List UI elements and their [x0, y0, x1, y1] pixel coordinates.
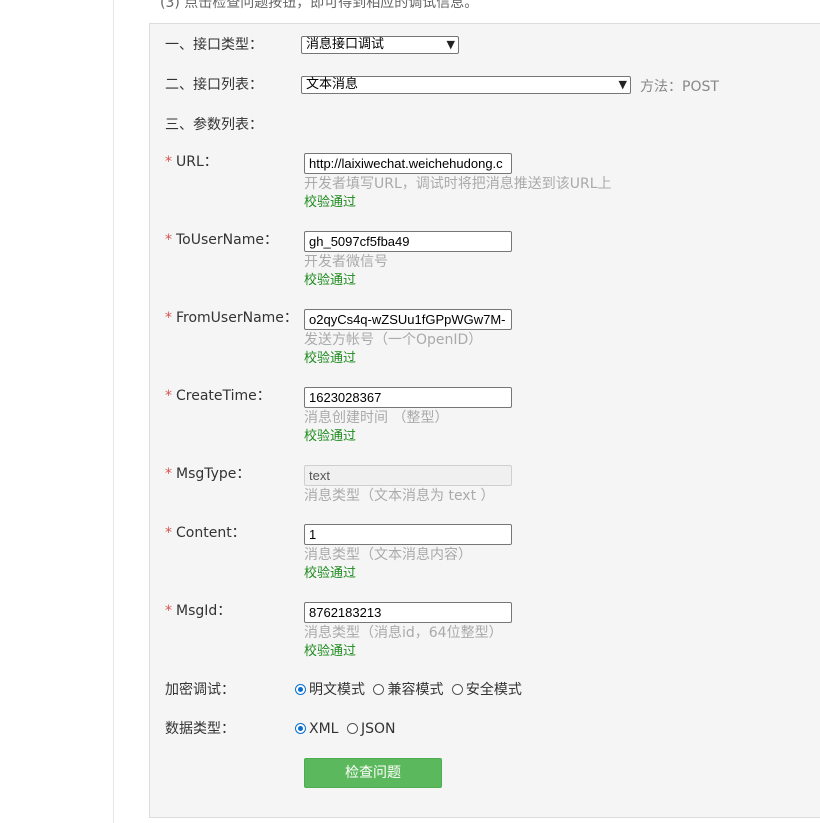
required-mark: *: [165, 466, 172, 482]
radio-label: JSON: [360, 721, 396, 737]
url-label: * URL：: [165, 152, 218, 172]
content-status: 校验通过: [304, 566, 357, 581]
field-label-text: FromUserName：: [176, 310, 298, 326]
param-list-label: 三、参数列表：: [165, 117, 263, 133]
create-time-input[interactable]: 1623028367: [304, 387, 512, 408]
create-time-hint: 消息创建时间 （整型）: [304, 410, 449, 426]
from-user-name-input[interactable]: o2qyCs4q-wZSUu1fGPpWGw7M-: [304, 309, 512, 330]
interface-type-label: 一、接口类型：: [165, 37, 263, 53]
interface-type-value: 消息接口调试: [306, 37, 385, 52]
url-input[interactable]: http://laixiwechat.weichehudong.c: [304, 153, 512, 174]
chevron-down-icon: ▼: [446, 38, 455, 51]
encryption-option-secure[interactable]: 安全模式: [451, 680, 522, 700]
field-label-text: ToUserName：: [176, 232, 278, 248]
encryption-radio-group: 明文模式 兼容模式 安全模式: [295, 680, 526, 700]
field-label-text: Content：: [176, 525, 246, 541]
msg-id-label: * MsgId：: [165, 601, 231, 621]
radio-unselected-icon[interactable]: [346, 723, 358, 734]
msg-type-hint: 消息类型（文本消息为 text ）: [304, 488, 495, 504]
radio-unselected-icon[interactable]: [451, 684, 463, 695]
encryption-label: 加密调试：: [165, 682, 235, 698]
required-mark: *: [165, 525, 172, 541]
to-user-name-status: 校验通过: [304, 273, 357, 288]
from-user-name-hint: 发送方帐号（一个OpenID）: [304, 332, 483, 348]
radio-label: 明文模式: [309, 682, 365, 698]
create-time-label: * CreateTime：: [165, 386, 271, 406]
field-label-text: URL：: [176, 154, 218, 170]
encryption-option-compatible[interactable]: 兼容模式: [373, 680, 443, 700]
check-problem-button[interactable]: 检查问题: [304, 758, 442, 788]
required-mark: *: [165, 154, 172, 170]
instruction-note: (3) 点击检查问题按钮，即可得到相应的调试信息。: [160, 0, 479, 11]
radio-label: 兼容模式: [387, 682, 444, 698]
from-user-name-label: * FromUserName：: [165, 308, 298, 328]
content-hint: 消息类型（文本消息内容）: [304, 547, 472, 563]
data-type-option-json[interactable]: JSON: [346, 719, 396, 739]
data-type-label: 数据类型：: [165, 721, 235, 737]
radio-selected-icon[interactable]: [295, 684, 306, 695]
interface-list-select[interactable]: 文本消息 ▼: [301, 76, 631, 94]
encryption-option-plain[interactable]: 明文模式: [295, 680, 365, 700]
interface-type-select[interactable]: 消息接口调试 ▼: [301, 36, 459, 54]
to-user-name-hint: 开发者微信号: [304, 254, 388, 270]
url-hint: 开发者填写URL，调试时将把消息推送到该URL上: [304, 176, 612, 192]
radio-unselected-icon[interactable]: [373, 684, 385, 695]
msg-id-input[interactable]: 8762183213: [304, 602, 512, 623]
to-user-name-label: * ToUserName：: [165, 230, 278, 250]
data-type-option-xml[interactable]: XML: [295, 719, 338, 739]
create-time-status: 校验通过: [304, 429, 357, 444]
from-user-name-status: 校验通过: [304, 351, 357, 366]
chevron-down-icon: ▼: [618, 78, 627, 91]
radio-label: 安全模式: [465, 682, 522, 698]
radio-label: XML: [309, 721, 339, 737]
msg-id-status: 校验通过: [304, 644, 357, 659]
interface-list-value: 文本消息: [306, 77, 359, 92]
data-type-radio-group: XML JSON: [295, 719, 399, 739]
field-label-text: MsgType：: [176, 466, 251, 482]
required-mark: *: [165, 232, 172, 248]
content-input[interactable]: 1: [304, 524, 512, 545]
to-user-name-input[interactable]: gh_5097cf5fba49: [304, 231, 512, 252]
method-text: 方法：POST: [640, 79, 719, 95]
field-label-text: MsgId：: [176, 603, 232, 619]
interface-list-label: 二、接口列表：: [165, 77, 263, 93]
required-mark: *: [165, 310, 172, 326]
radio-selected-icon[interactable]: [295, 723, 306, 734]
url-status: 校验通过: [304, 195, 357, 210]
left-divider: [113, 0, 114, 823]
msg-id-hint: 消息类型（消息id，64位整型）: [304, 625, 503, 641]
msg-type-input: text: [304, 465, 512, 486]
content-label: * Content：: [165, 523, 246, 543]
required-mark: *: [165, 388, 172, 404]
required-mark: *: [165, 603, 172, 619]
msg-type-label: * MsgType：: [165, 464, 250, 484]
field-label-text: CreateTime：: [176, 388, 271, 404]
